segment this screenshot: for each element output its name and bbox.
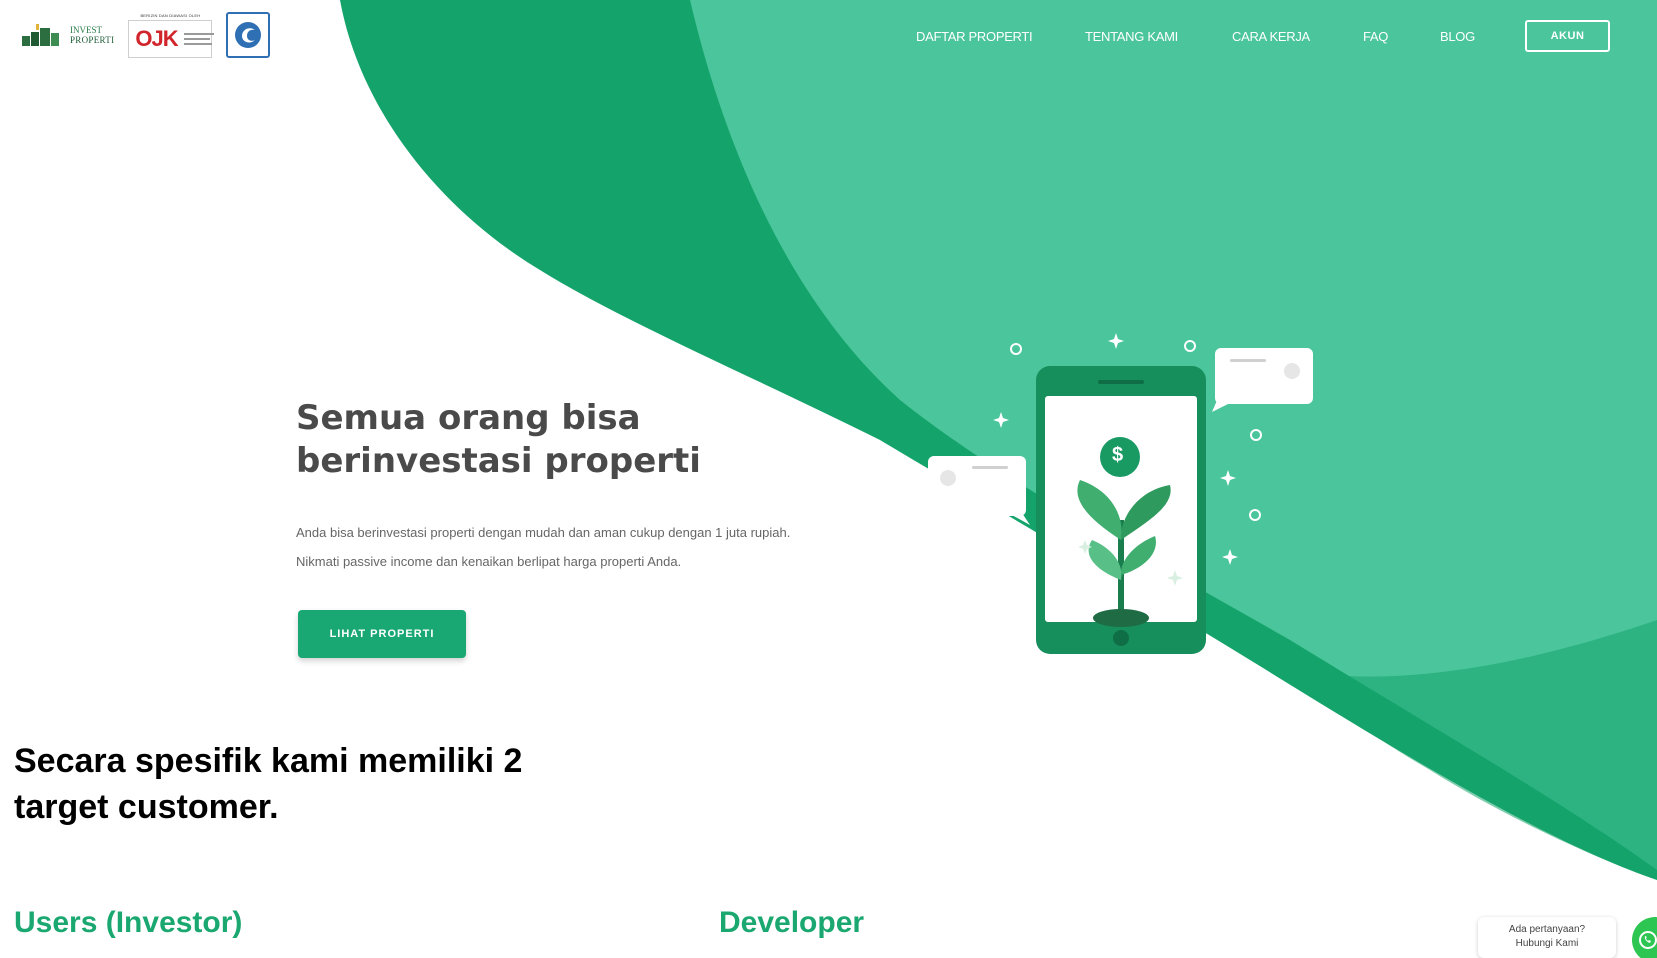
- ojk-badge: BERIZIN DAN DIAWASI OLEH OJK: [128, 12, 214, 58]
- phone-illustration: [1036, 366, 1206, 654]
- ojk-caption: BERIZIN DAN DIAWASI OLEH: [140, 12, 201, 18]
- investproperti-logo[interactable]: INVEST PROPERTI: [22, 24, 114, 46]
- customer-investor-heading: Users (Investor): [14, 906, 243, 939]
- chat-line-2: Hubungi Kami: [1515, 938, 1579, 949]
- nav-item-tentang-kami[interactable]: TENTANG KAMI: [1085, 29, 1178, 44]
- coin-dollar-icon: $: [1112, 444, 1124, 466]
- chat-line-1: Ada pertanyaan?: [1508, 924, 1586, 935]
- brand-logos: INVEST PROPERTI BERIZIN DAN DIAWASI OLEH…: [22, 10, 271, 60]
- ojk-icon: OJK: [135, 25, 178, 51]
- nav-item-cara-kerja[interactable]: CARA KERJA: [1232, 29, 1310, 44]
- logo-text-line2: PROPERTI: [70, 35, 115, 45]
- ojk-text-lines: [183, 32, 214, 45]
- building-logo-icon: [22, 24, 59, 46]
- section-title: Secara spesifik kami memiliki 2 target c…: [14, 742, 523, 826]
- view-properties-button[interactable]: LIHAT PROPERTI: [298, 610, 466, 658]
- chat-prompt-bubble[interactable]: Ada pertanyaan? Hubungi Kami: [1478, 917, 1616, 958]
- kominfo-icon: [226, 12, 271, 58]
- account-button[interactable]: AKUN: [1525, 20, 1610, 52]
- logo-text-line1: INVEST: [70, 25, 102, 35]
- nav-item-blog[interactable]: BLOG: [1440, 29, 1475, 44]
- hero-description: Anda bisa berinvestasi properti dengan m…: [296, 525, 791, 569]
- hero-title: Semua orang bisa berinvestasi properti: [296, 398, 701, 481]
- nav-item-faq[interactable]: FAQ: [1363, 29, 1388, 44]
- chat-card-left: [928, 456, 1030, 525]
- customer-developer-heading: Developer: [719, 906, 865, 939]
- whatsapp-icon: [1639, 931, 1657, 949]
- chat-card-right: [1212, 348, 1313, 412]
- nav-item-daftar-properti[interactable]: DAFTAR PROPERTI: [916, 29, 1033, 44]
